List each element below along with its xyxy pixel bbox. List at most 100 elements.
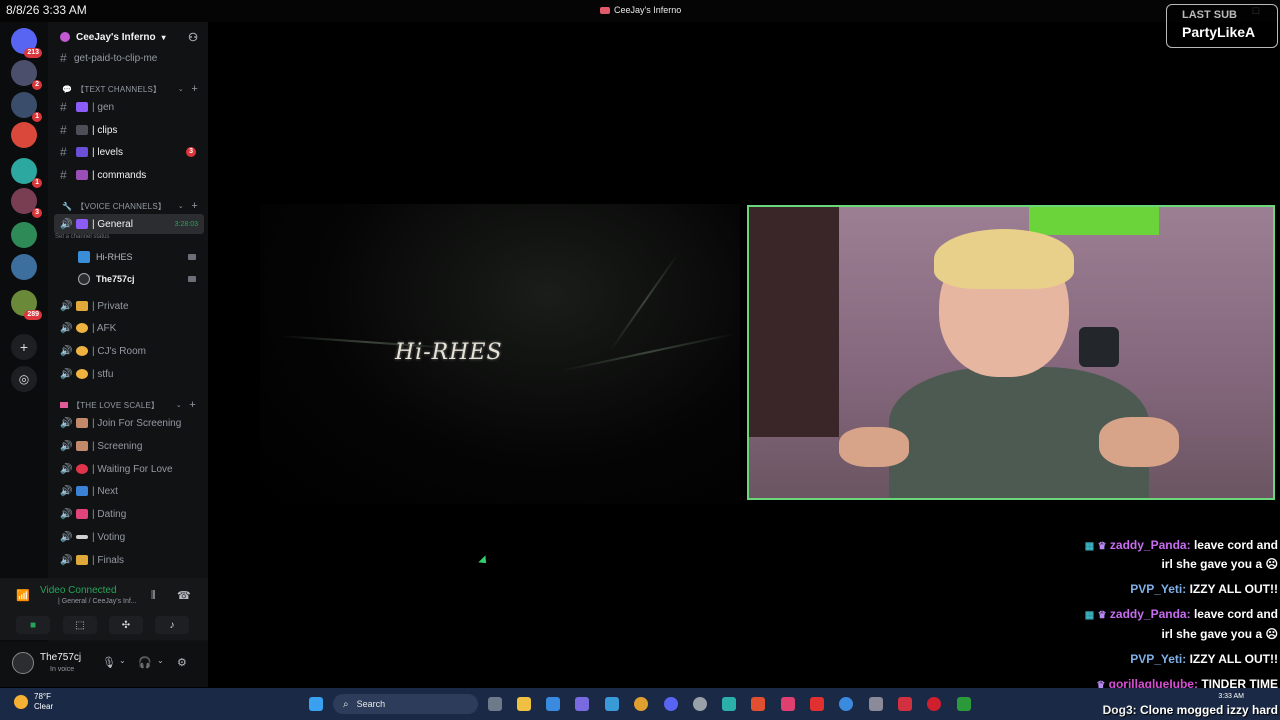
soundboard-button[interactable]: ♪ — [155, 616, 189, 634]
help-icon[interactable] — [839, 697, 853, 711]
chat-username: PVP_Yeti: — [1130, 582, 1187, 596]
invite-people-icon[interactable]: ⚇ — [188, 31, 198, 44]
opera-icon[interactable] — [927, 697, 941, 711]
voice-channel-screening[interactable]: 🔊 | Screening — [54, 436, 204, 456]
chrome-icon[interactable] — [634, 697, 648, 711]
voice-channel-voting[interactable]: 🔊 | Voting — [54, 527, 204, 547]
activities-button[interactable]: ✣ — [109, 616, 143, 634]
voice-channel-cjs-room[interactable]: 🔊 | CJ's Room — [54, 341, 204, 361]
category-text-channels[interactable]: 💬 【TEXT CHANNELS】 ⌄ + — [62, 82, 202, 96]
server-icon[interactable]: 3 — [11, 188, 42, 218]
chat-text: Clone mogged izzy hard — [1139, 703, 1278, 717]
voice-channel-finals[interactable]: 🔊 | Finals — [54, 550, 204, 570]
xbox-icon[interactable] — [957, 697, 971, 711]
chat-text: irl she gave you a ☹ — [1161, 557, 1278, 571]
server-badge: 1 — [32, 178, 42, 188]
screen-share-button[interactable]: ⬚ — [63, 616, 97, 634]
sun-icon — [14, 695, 28, 709]
voice-connection-title[interactable]: Video Connected — [40, 585, 117, 596]
avatar[interactable] — [12, 652, 34, 674]
task-view-icon[interactable] — [488, 697, 502, 711]
hash-icon: # — [60, 168, 67, 182]
voice-channel-join-for-screening[interactable]: 🔊 | Join For Screening — [54, 413, 204, 433]
app-icon[interactable] — [575, 697, 589, 711]
add-server-icon[interactable]: + — [11, 334, 37, 360]
voice-channel-dating[interactable]: 🔊 | Dating — [54, 504, 204, 524]
server-icon[interactable]: 1 — [11, 158, 42, 188]
create-channel-icon[interactable]: + — [191, 83, 198, 95]
chat-text: irl she gave you a ☹ — [1161, 627, 1278, 641]
speaker-icon: 🔊 — [60, 554, 73, 566]
server-icon[interactable] — [11, 122, 37, 148]
taskbar-clock[interactable]: 3:33 AM — [1218, 692, 1244, 702]
explore-servers-icon[interactable]: ◎ — [11, 366, 37, 392]
speaker-icon: 🔊 — [60, 368, 73, 380]
app-icon[interactable] — [722, 697, 736, 711]
webcam-person-hair — [934, 229, 1074, 289]
channel-gen[interactable]: # | gen — [54, 97, 204, 117]
user-name[interactable]: The757cj — [40, 652, 81, 663]
taskbar-search[interactable]: ⌕ Search — [333, 694, 478, 714]
category-voice-channels[interactable]: 🔧 【VOICE CHANNELS】 ⌄ + — [62, 199, 202, 213]
server-icon[interactable]: 289 — [11, 290, 42, 320]
channel-status-input[interactable]: Set a channel status — [55, 234, 109, 240]
discord-icon[interactable] — [664, 697, 678, 711]
music-icon[interactable] — [781, 697, 795, 711]
create-channel-icon[interactable]: + — [189, 399, 196, 411]
channel-commands[interactable]: # | commands — [54, 165, 204, 185]
server-discord-home[interactable]: 213 — [11, 28, 42, 58]
file-explorer-icon[interactable] — [517, 697, 531, 711]
app-icon[interactable] — [898, 697, 912, 711]
server-icon[interactable] — [11, 222, 37, 248]
server-icon[interactable]: 1 — [11, 92, 42, 122]
headphones-icon[interactable]: 🎧 — [138, 656, 152, 669]
channel-clips[interactable]: # | clips — [54, 120, 204, 140]
chevron-down-icon[interactable]: ⌄ — [119, 656, 126, 665]
channel-label: | levels — [92, 146, 123, 158]
app-icon[interactable] — [546, 697, 560, 711]
create-channel-icon[interactable]: + — [191, 200, 198, 212]
windows-start-icon[interactable] — [309, 697, 323, 711]
disconnect-icon[interactable]: ☎ — [177, 589, 191, 602]
category-label: 【VOICE CHANNELS】 — [76, 201, 167, 211]
voice-channel-afk[interactable]: 🔊 | AFK — [54, 318, 204, 338]
badge-icon: ▦ — [1084, 541, 1095, 552]
mention-badge: 3 — [186, 147, 196, 157]
weather-condition: Clear — [34, 702, 54, 711]
ballot-icon — [76, 535, 88, 539]
server-icon[interactable]: 2 — [11, 60, 42, 90]
avatar — [78, 251, 90, 263]
server-badge: 213 — [24, 48, 42, 58]
channel-levels[interactable]: # | levels 3 — [54, 142, 204, 162]
voice-channel-stfu[interactable]: 🔊 | stfu — [54, 364, 204, 384]
server-icon[interactable] — [11, 254, 37, 280]
voice-channel-waiting-for-love[interactable]: 🔊 | Waiting For Love — [54, 459, 204, 479]
obs-icon[interactable] — [693, 697, 707, 711]
sub-badge-icon: ♛ — [1097, 610, 1107, 621]
voice-connection-subtitle[interactable]: | General / CeeJay's Inf... — [58, 598, 137, 605]
category-love-scale[interactable]: 【THE LOVE SCALE】 ⌄ + — [60, 398, 200, 412]
chat-text: leave cord and — [1193, 538, 1278, 552]
camera-toggle-button[interactable]: ■ — [16, 616, 50, 634]
app-icon[interactable] — [810, 697, 824, 711]
noise-suppression-icon[interactable]: ⫼ — [151, 590, 156, 601]
server-badge: 3 — [32, 208, 42, 218]
voice-channel-private[interactable]: 🔊 | Private — [54, 296, 204, 316]
speaker-icon: 🔊 — [60, 440, 73, 452]
discord-app-icon — [600, 6, 610, 14]
settings-gear-icon[interactable]: ⚙ — [177, 656, 187, 669]
voice-channel-next[interactable]: 🔊 | Next — [54, 481, 204, 501]
store-icon[interactable] — [605, 697, 619, 711]
last-sub-name: PartyLikeA — [1182, 24, 1256, 40]
weather-widget[interactable]: 78°F Clear — [14, 692, 53, 712]
voice-channel-general[interactable]: 🔊 | General 3:28:03 — [54, 214, 204, 234]
voice-member-hi-rhes[interactable]: Hi-RHES — [78, 247, 200, 267]
love-letter-icon — [76, 509, 88, 519]
app-icon[interactable] — [869, 697, 883, 711]
brave-icon[interactable] — [751, 697, 765, 711]
chevron-down-icon[interactable]: ⌄ — [157, 656, 164, 665]
member-name: Hi-RHES — [96, 252, 133, 262]
microphone-icon[interactable]: 🎙 — [102, 656, 116, 669]
voice-member-the757cj[interactable]: The757cj — [78, 269, 200, 289]
channel-get-paid-to-clip-me[interactable]: # get-paid-to-clip-me — [54, 48, 204, 68]
